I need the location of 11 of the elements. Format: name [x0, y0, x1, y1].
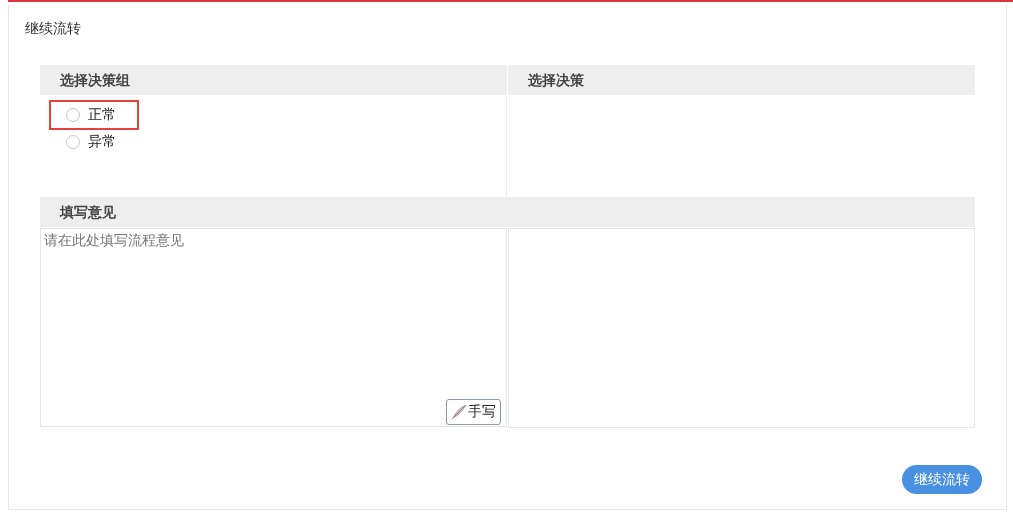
handwrite-button[interactable]: 手写 — [445, 399, 501, 425]
column-header: 选择决策 — [507, 65, 975, 95]
column-header: 选择决策组 — [40, 65, 507, 95]
section-header: 填写意见 — [40, 197, 975, 227]
option-label[interactable]: 异常 — [88, 133, 116, 151]
panel-title: 继续流转 — [25, 20, 81, 38]
radio-button[interactable] — [66, 135, 80, 149]
opinion-field[interactable]: 请在此处填写流程意见 手写 — [40, 228, 507, 427]
option-label[interactable]: 正常 — [88, 106, 116, 124]
quill-icon — [450, 404, 467, 420]
radio-button[interactable] — [66, 108, 80, 122]
